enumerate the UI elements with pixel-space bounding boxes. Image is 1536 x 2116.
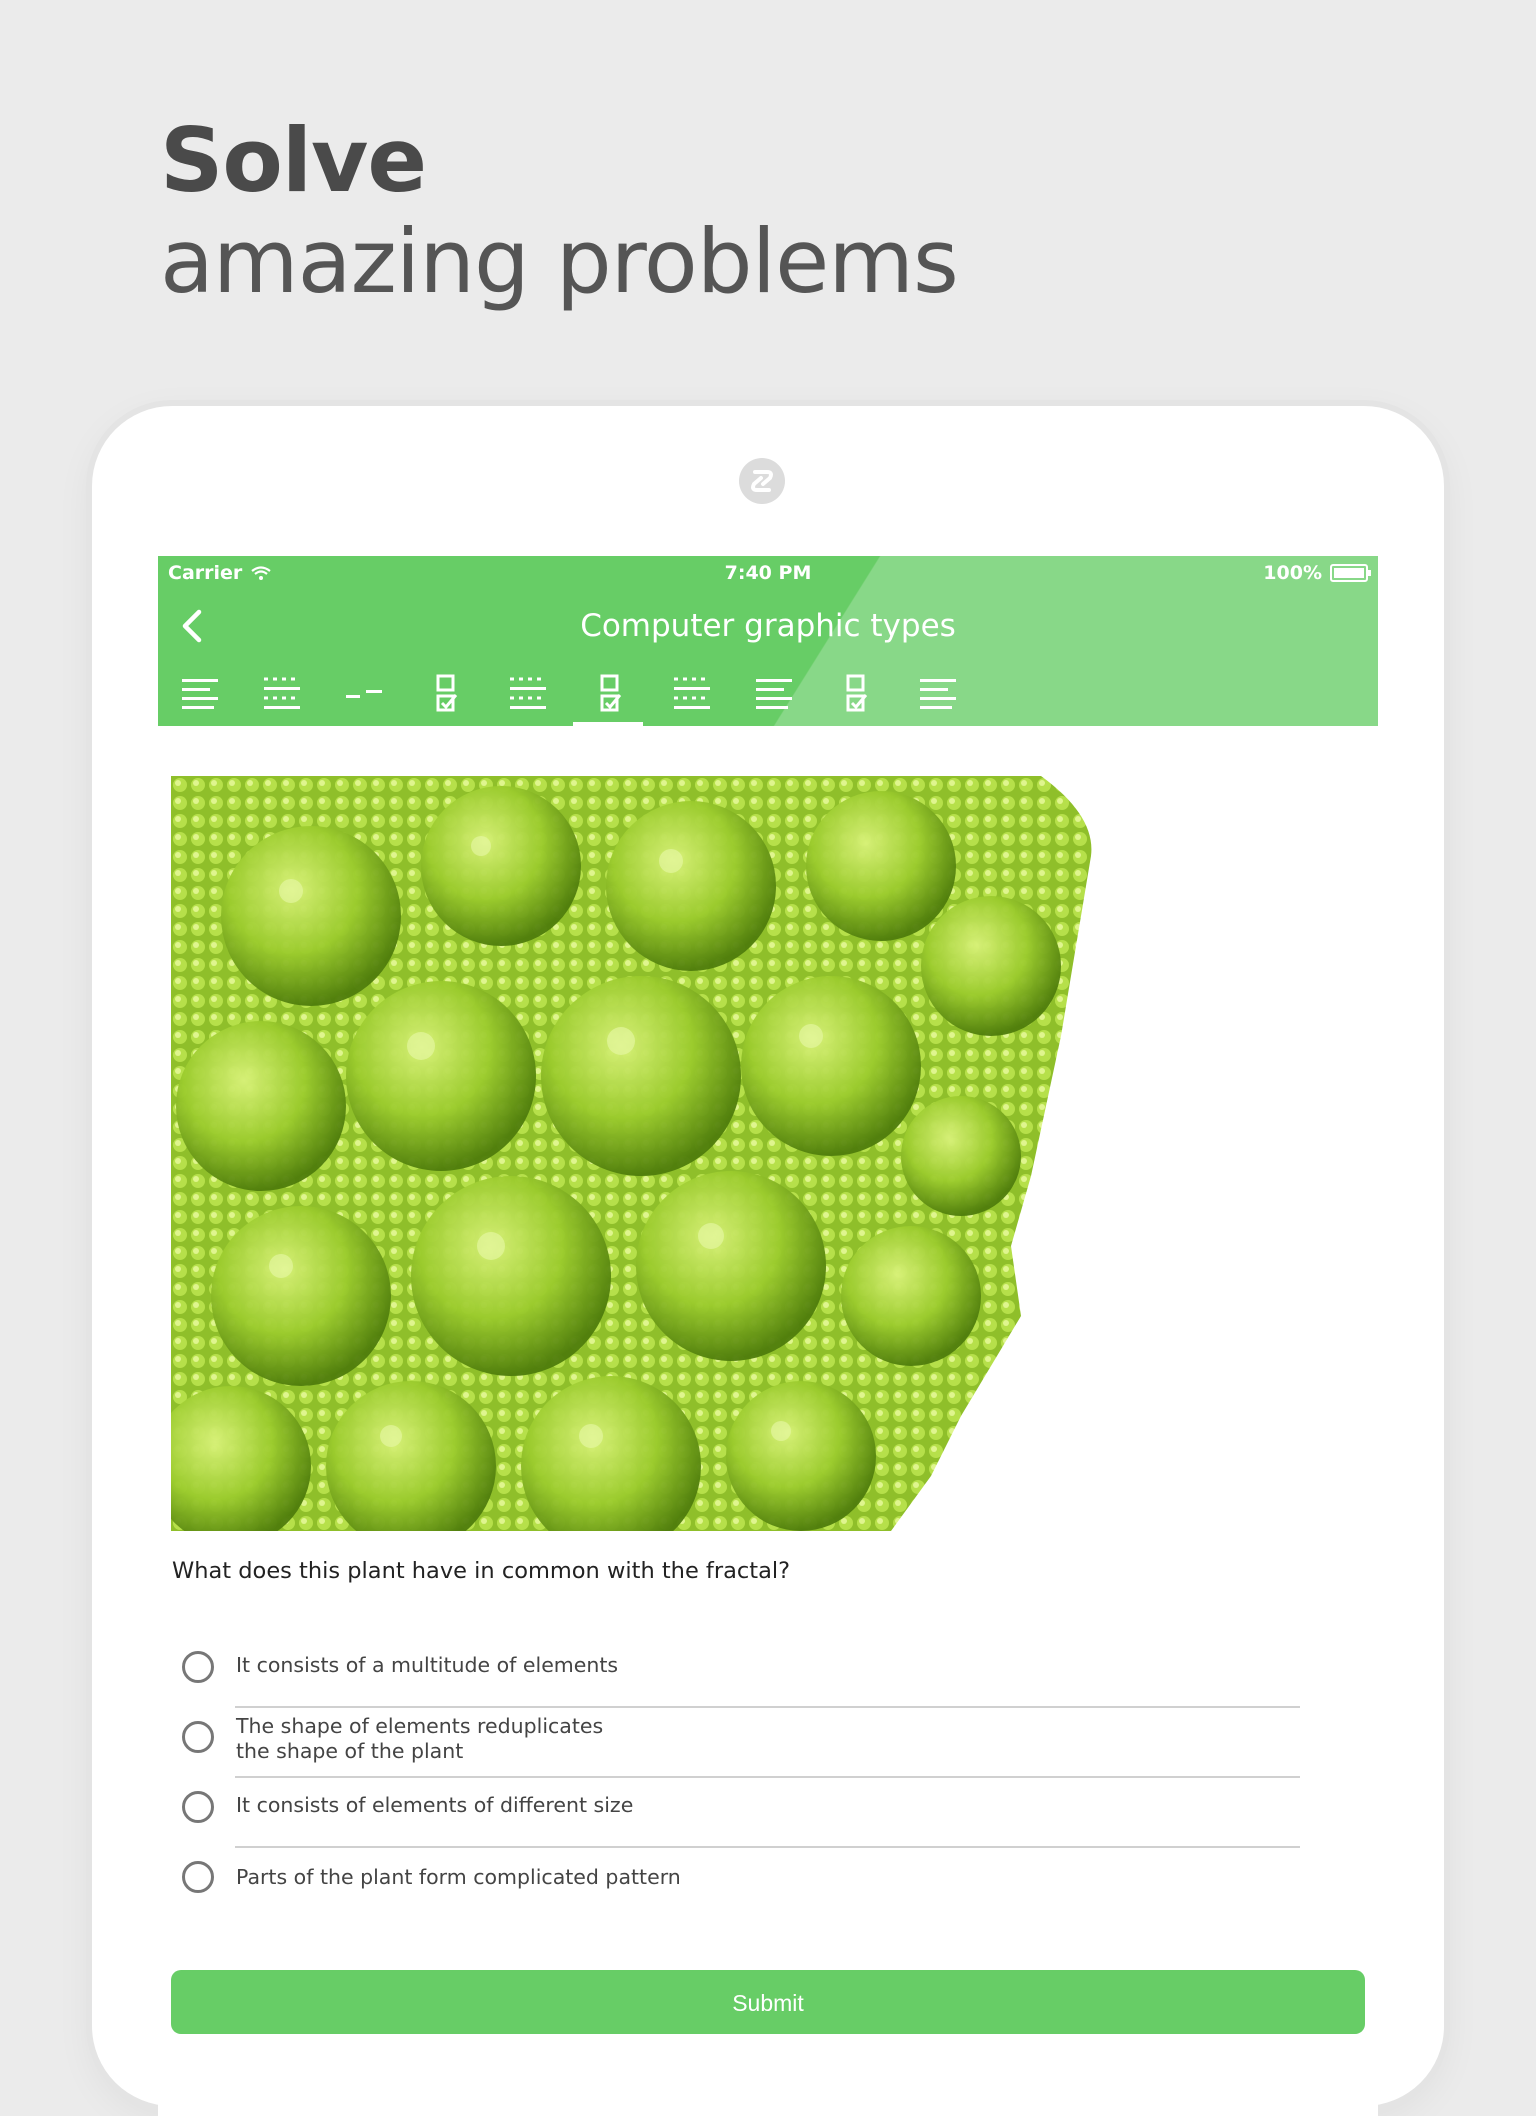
- status-bar: Carrier 7:40 PM 100%: [158, 562, 1378, 590]
- tab-2[interactable]: [250, 662, 310, 726]
- checkbox-icon: [600, 674, 622, 712]
- option-3[interactable]: It consists of elements of different siz…: [158, 1776, 1378, 1846]
- tab-3[interactable]: [332, 662, 392, 726]
- checkbox-icon: [436, 674, 458, 712]
- app-screen: Carrier 7:40 PM 100% Computer graphic ty…: [158, 556, 1378, 2116]
- option-1-line1: It consists of a multitude of elements: [236, 1653, 619, 1677]
- tab-6-active[interactable]: [573, 662, 643, 726]
- radio-button[interactable]: [182, 1651, 214, 1683]
- battery-percent: 100%: [1263, 562, 1322, 584]
- option-2-line2: the shape of the plant: [236, 1739, 464, 1763]
- tab-1[interactable]: [168, 662, 228, 726]
- text-lines-icon: [920, 679, 956, 709]
- page-title: Computer graphic types: [580, 608, 956, 644]
- submit-button[interactable]: Submit: [171, 1970, 1365, 2034]
- option-1[interactable]: It consists of a multitude of elements: [158, 1636, 1378, 1706]
- radio-button[interactable]: [182, 1791, 214, 1823]
- option-4[interactable]: Parts of the plant form complicated patt…: [158, 1846, 1378, 1916]
- option-4-line1: Parts of the plant form complicated patt…: [236, 1865, 681, 1889]
- romanesco-photo: [171, 776, 1096, 1531]
- tab-7[interactable]: [660, 662, 720, 726]
- option-3-line1: It consists of elements of different siz…: [236, 1793, 634, 1817]
- tab-8[interactable]: [742, 662, 802, 726]
- tab-5[interactable]: [496, 662, 556, 726]
- radio-button[interactable]: [182, 1861, 214, 1893]
- headline-bold: Solve: [160, 109, 427, 212]
- tab-10[interactable]: [906, 662, 966, 726]
- text-lines-icon: [182, 679, 218, 709]
- radio-button[interactable]: [182, 1721, 214, 1753]
- dotted-lines-icon: [674, 677, 710, 709]
- question-text: What does this plant have in common with…: [172, 1558, 791, 1584]
- status-time: 7:40 PM: [724, 562, 812, 584]
- option-2[interactable]: The shape of elements reduplicates the s…: [158, 1706, 1378, 1776]
- marketing-headline: Solve amazing problems: [160, 109, 959, 314]
- camera-logo-icon: [739, 458, 785, 504]
- dash-lines-icon: [346, 690, 382, 698]
- tab-9[interactable]: [824, 662, 884, 726]
- checkbox-icon: [846, 674, 868, 712]
- text-lines-icon: [756, 679, 792, 709]
- battery-icon: [1330, 564, 1371, 582]
- option-2-line1: The shape of elements reduplicates: [236, 1714, 604, 1738]
- dotted-lines-icon: [264, 677, 300, 709]
- tablet-frame: Carrier 7:40 PM 100% Computer graphic ty…: [92, 406, 1444, 2116]
- lesson-tabs: [158, 662, 1378, 726]
- headline-light: amazing problems: [160, 210, 959, 314]
- dotted-lines-icon: [510, 677, 546, 709]
- app-header: Carrier 7:40 PM 100% Computer graphic ty…: [158, 556, 1378, 726]
- tab-4[interactable]: [414, 662, 474, 726]
